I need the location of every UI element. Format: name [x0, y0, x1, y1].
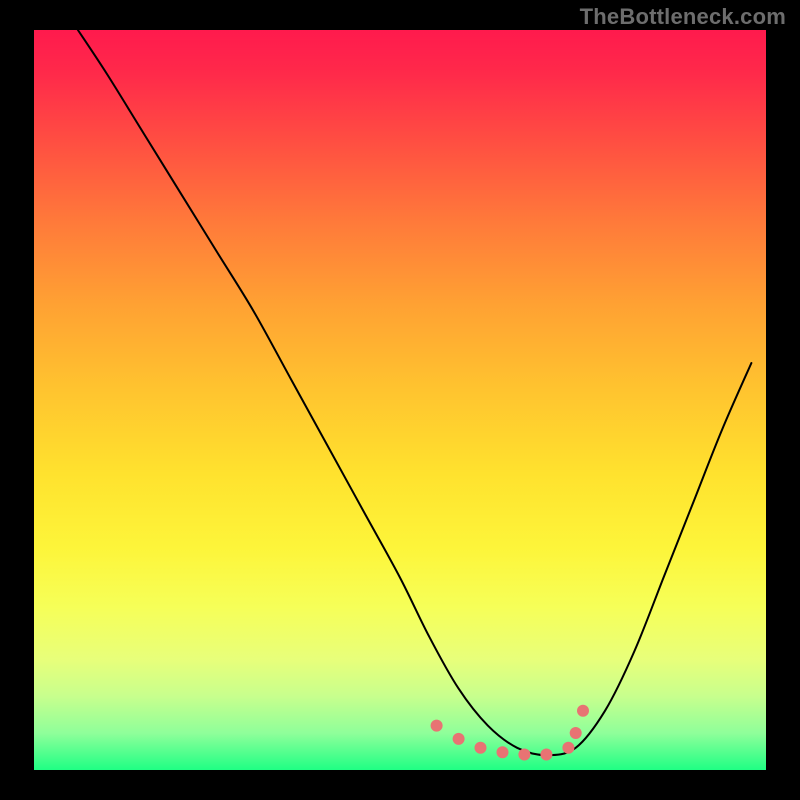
marker-dot — [497, 746, 509, 758]
watermark-text: TheBottleneck.com — [580, 4, 786, 30]
marker-dot — [570, 727, 582, 739]
bottleneck-curve — [78, 30, 752, 755]
marker-dot — [453, 733, 465, 745]
optimal-zone-markers — [431, 705, 589, 761]
marker-dot — [518, 749, 530, 761]
marker-dot — [540, 749, 552, 761]
plot-area — [34, 30, 766, 770]
marker-dot — [562, 742, 574, 754]
chart-outer: TheBottleneck.com — [0, 0, 800, 800]
marker-dot — [577, 705, 589, 717]
chart-svg — [34, 30, 766, 770]
marker-dot — [431, 720, 443, 732]
marker-dot — [475, 742, 487, 754]
